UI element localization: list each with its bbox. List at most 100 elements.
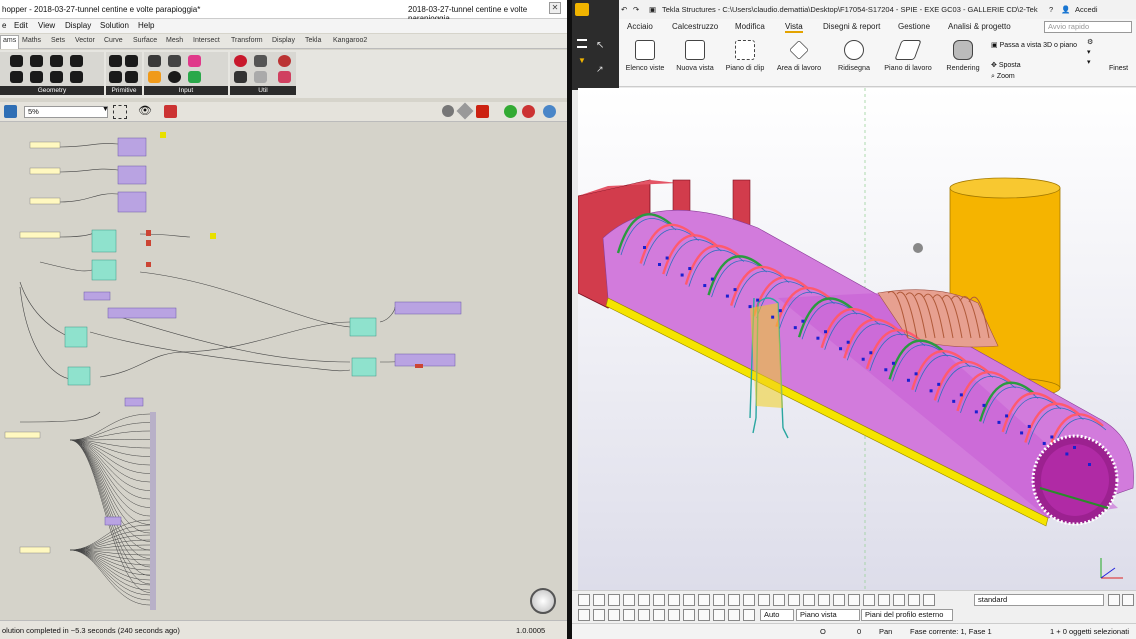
tab-analisi-progetto[interactable]: Analisi & progetto <box>948 22 1011 31</box>
tab-curve[interactable]: Curve <box>104 37 123 44</box>
component-icon[interactable] <box>30 71 43 83</box>
view-plane-select[interactable]: Piano vista <box>796 609 860 621</box>
small-tools[interactable]: ⚙ ▾ ▾ <box>1087 38 1099 78</box>
snap-button[interactable] <box>578 594 590 606</box>
menu-file[interactable]: e <box>2 21 6 30</box>
component-icon[interactable] <box>109 71 122 83</box>
ridisegna-button[interactable]: Ridisegna <box>834 38 874 72</box>
snap-button[interactable] <box>638 594 650 606</box>
close-icon[interactable]: ✕ <box>549 2 561 14</box>
finestra-button[interactable]: Finest <box>1109 65 1128 72</box>
shaded-icon[interactable] <box>504 105 517 118</box>
slider-icon[interactable] <box>168 55 181 67</box>
snap-button[interactable] <box>728 609 740 621</box>
globe-icon[interactable] <box>543 105 556 118</box>
cluster-icon[interactable] <box>234 71 247 83</box>
rss-icon[interactable] <box>148 71 161 83</box>
quick-launch-input[interactable]: Avvio rapido <box>1044 21 1132 33</box>
snap-button[interactable] <box>863 594 875 606</box>
arrow-right-icon[interactable] <box>254 55 267 67</box>
snap-button[interactable] <box>638 609 650 621</box>
cherry-icon[interactable] <box>234 55 247 67</box>
rendering-button[interactable]: Rendering <box>943 38 983 72</box>
snap-button[interactable] <box>668 609 680 621</box>
navigation-compass-icon[interactable] <box>530 588 556 614</box>
nuova-vista-button[interactable]: Nuova vista <box>674 38 716 72</box>
elenco-viste-button[interactable]: Elenco viste <box>625 38 665 72</box>
component-icon[interactable] <box>125 71 138 83</box>
snap-button[interactable] <box>593 594 605 606</box>
tab-vista[interactable]: Vista <box>785 22 803 33</box>
tab-disegni-report[interactable]: Disegni & report <box>823 22 880 31</box>
menu-display[interactable]: Display <box>65 21 91 30</box>
snap-button[interactable] <box>653 609 665 621</box>
snap-button[interactable] <box>878 594 890 606</box>
menu-help[interactable]: Help <box>138 21 154 30</box>
matrix-icon[interactable] <box>188 71 201 83</box>
zoom-select[interactable]: 5% <box>24 106 108 118</box>
snap-button[interactable] <box>623 609 635 621</box>
rotation-center-icon[interactable] <box>913 243 923 253</box>
piano-di-lavoro-button[interactable]: Piano di lavoro <box>883 38 933 72</box>
save-icon[interactable] <box>4 105 17 118</box>
component-icon[interactable] <box>70 71 83 83</box>
snap-button[interactable] <box>593 609 605 621</box>
tab-maths[interactable]: Maths <box>22 37 41 44</box>
filter-select[interactable]: standard <box>974 594 1104 606</box>
tab-modifica[interactable]: Modifica <box>735 22 765 31</box>
eye-icon[interactable]: 👁 <box>138 104 152 117</box>
snap-button[interactable] <box>818 594 830 606</box>
chevron-down-icon[interactable]: ▼ <box>578 56 586 65</box>
snap-button[interactable] <box>758 594 770 606</box>
user-icon[interactable]: 👤 <box>1061 5 1070 14</box>
tab-kangaroo2[interactable]: Kangaroo2 <box>333 37 367 44</box>
profile-plane-select[interactable]: Piani del profilo esterno <box>861 609 953 621</box>
snap-button[interactable] <box>653 594 665 606</box>
tab-gestione[interactable]: Gestione <box>898 22 930 31</box>
tab-params[interactable]: ams <box>0 35 20 49</box>
undo-icon[interactable]: ↶ <box>621 5 627 14</box>
snap-button[interactable] <box>608 594 620 606</box>
filter-edit-icon[interactable] <box>1122 594 1134 606</box>
preview-icon[interactable] <box>164 105 177 118</box>
snap-button[interactable] <box>923 594 935 606</box>
component-icon[interactable] <box>70 55 83 67</box>
flask-icon[interactable] <box>278 71 291 83</box>
snap-button[interactable] <box>713 594 725 606</box>
snap-button[interactable] <box>908 594 920 606</box>
tab-sets[interactable]: Sets <box>51 37 65 44</box>
pointer-icon[interactable]: ↖ <box>596 40 604 51</box>
snap-button[interactable] <box>623 594 635 606</box>
component-icon[interactable] <box>50 71 63 83</box>
snap-button[interactable] <box>848 594 860 606</box>
snap-button[interactable] <box>683 594 695 606</box>
tab-intersect[interactable]: Intersect <box>193 37 220 44</box>
color-icon[interactable] <box>522 105 535 118</box>
tab-transform[interactable]: Transform <box>231 37 263 44</box>
model-3d-view[interactable] <box>578 88 1136 590</box>
tab-vector[interactable]: Vector <box>75 37 95 44</box>
selected-icon[interactable] <box>476 105 489 118</box>
snap-button[interactable] <box>833 594 845 606</box>
tab-mesh[interactable]: Mesh <box>166 37 183 44</box>
tab-display[interactable]: Display <box>272 37 295 44</box>
tab-surface[interactable]: Surface <box>133 37 157 44</box>
sketch-icon[interactable] <box>113 105 127 119</box>
component-icon[interactable] <box>10 71 23 83</box>
menu-edit[interactable]: Edit <box>14 21 28 30</box>
component-icon[interactable] <box>109 55 122 67</box>
snap-button[interactable] <box>893 594 905 606</box>
snap-button[interactable] <box>668 594 680 606</box>
panel-icon[interactable] <box>148 55 161 67</box>
snap-button[interactable] <box>698 594 710 606</box>
display-mode-icon[interactable] <box>442 105 454 117</box>
snap-button[interactable] <box>713 609 725 621</box>
snap-button[interactable] <box>743 609 755 621</box>
component-icon[interactable] <box>10 55 23 67</box>
snap-button[interactable] <box>683 609 695 621</box>
sign-in-link[interactable]: Accedi <box>1075 5 1098 14</box>
component-icon[interactable] <box>50 55 63 67</box>
save-icon[interactable]: ▣ <box>649 5 656 14</box>
snap-button[interactable] <box>773 594 785 606</box>
select-arrow-icon[interactable]: ↗ <box>596 64 604 75</box>
